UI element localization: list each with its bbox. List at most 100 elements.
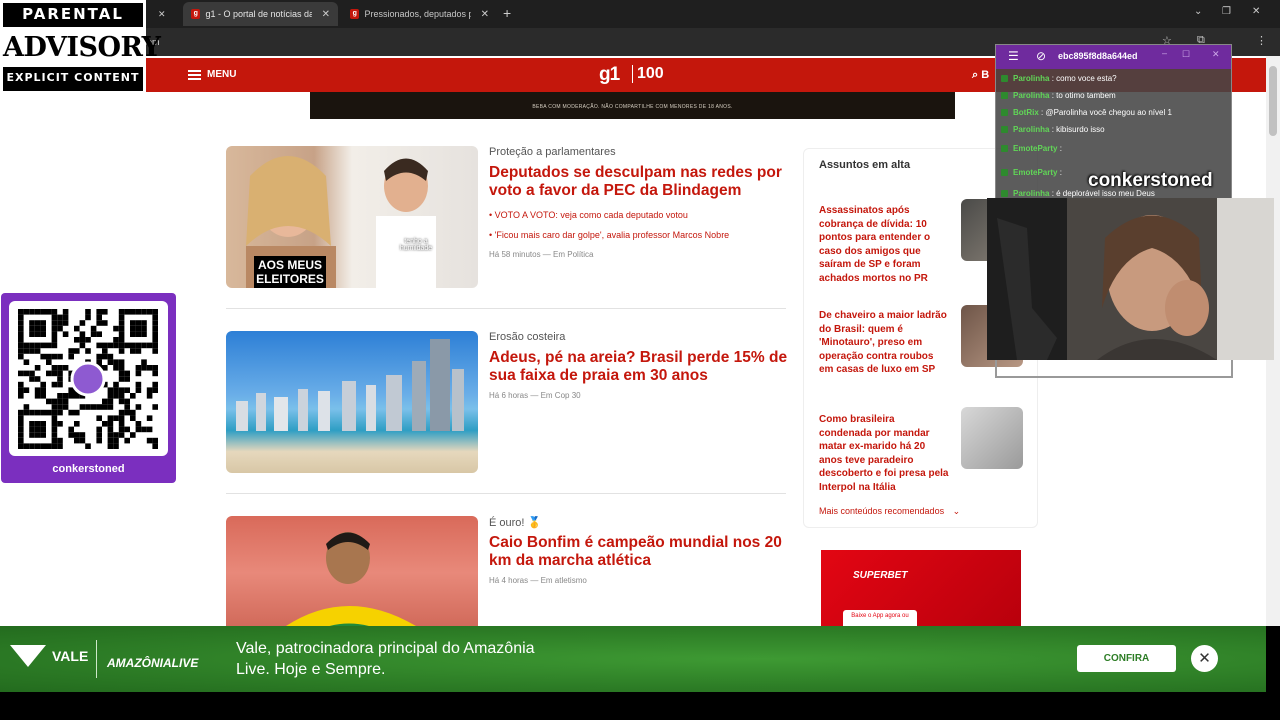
trending-title: Assuntos em alta [819,159,911,171]
letterbox-bottom [0,692,1280,720]
news-meta: Há 4 horas — Em atletismo [489,576,587,585]
mouse-cursor-icon [724,311,729,321]
trending-thumbnail[interactable] [961,407,1023,469]
superbet-cta: Baixe o App agora ou [843,610,917,626]
qr-code [9,301,168,456]
chat-title: ebc895f8d8a644ed [1058,51,1138,61]
feed-item[interactable]: Erosão costeira Adeus, pé na areia? Bras… [226,331,789,476]
athlete-art [286,532,416,626]
tab-g1[interactable]: g g1 - O portal de notícias da Glo ✕ [183,2,338,26]
close-icon[interactable]: ✕ [481,9,489,20]
chevron-down-icon: ⌄ [952,506,961,516]
chat-text: : [1059,144,1062,153]
trending-item[interactable]: Como brasileira condenada por mandar mat… [819,413,949,494]
advisory-mid: ADVISORY [3,27,161,67]
thumbnail-caption: AOS MEUS ELEITORES [254,256,326,288]
news-headline[interactable]: Adeus, pé na areia? Brasil perde 15% de … [489,349,789,385]
news-thumbnail[interactable] [226,331,478,473]
chat-message: BotRix : @Parolinha você chegou ao nível… [999,105,1229,120]
search-icon: ⌕ [972,69,982,81]
qr-label: conkerstoned [52,463,125,475]
thumbnail-caption-small: tenho a humildade [399,238,433,252]
vale-mark-icon [10,645,46,667]
search-button[interactable]: ⌕ B [972,69,989,82]
parental-advisory-logo: PARENTAL ADVISORY EXPLICIT CONTENT [0,0,161,94]
chat-badge-icon [1001,75,1008,82]
chat-text: : @Parolinha você chegou ao nível 1 [1041,108,1172,117]
chat-message: Parolinha : como voce esta? [999,71,1229,86]
related-link[interactable]: 'Ficou mais caro dar golpe', avalia prof… [489,230,730,240]
close-icon[interactable]: ✕ [322,9,330,20]
chat-badge-icon [1001,109,1008,116]
more-content-link[interactable]: Mais conteúdos recomendados ⌄ [819,506,960,517]
menu-button[interactable]: MENU [188,69,236,80]
ad-strip[interactable]: BEBA COM MODERAÇÃO. NÃO COMPARTILHE COM … [310,92,955,119]
trending-item[interactable]: De chaveiro a maior ladrão do Brasil: qu… [819,309,949,377]
qr-code-card: conkerstoned [1,293,176,483]
chat-username: Parolinha [1013,125,1050,134]
chat-username: Parolinha [1013,91,1050,100]
chat-badge-icon [1001,190,1008,197]
kebab-menu-icon[interactable]: ⋮ [1256,34,1267,47]
news-kicker: É ouro! 🥇 [489,517,542,529]
menu-icon[interactable]: ☰ [1008,49,1019,63]
g1-favicon-icon: g [191,9,201,19]
new-tab-icon[interactable]: + [503,5,511,21]
chevron-down-icon[interactable]: ⌄ [1194,6,1202,17]
tab-close-icon[interactable]: ✕ [150,2,174,26]
chat-header: ☰ ⊘ ebc895f8d8a644ed – ☐ ✕ [996,45,1231,69]
chat-username: Parolinha [1013,74,1050,83]
minimize-icon[interactable]: – [1162,48,1167,58]
no-icon: ⊘ [1036,49,1047,63]
chat-username: Parolinha [1013,189,1050,198]
g1-logo[interactable]: g1 [599,64,620,86]
restore-icon[interactable]: ❐ [1222,6,1231,17]
search-label: B [981,69,990,81]
amazonia-live-logo: AMAZÔNIALIVE [107,656,199,670]
webcam-frame [995,360,1233,378]
advisory-bottom: EXPLICIT CONTENT [6,71,140,84]
scrollbar-thumb[interactable] [1269,66,1277,136]
logo-100-badge: 100 [632,65,664,83]
news-meta: Há 58 minutos — Em Política [489,250,594,259]
close-window-icon[interactable]: ✕ [1252,6,1260,17]
divider [226,493,786,494]
trending-item[interactable]: Assassinatos após cobrança de dívida: 10… [819,204,949,285]
screen: ✕ g g1 - O portal de notícias da Glo ✕ g… [0,0,1280,720]
related-link[interactable]: VOTO A VOTO: veja como cada deputado vot… [489,210,688,220]
tab-label: g1 - O portal de notícias da Glo [205,9,312,19]
chat-badge-icon [1001,126,1008,133]
news-headline[interactable]: Deputados se desculpam nas redes por vot… [489,164,789,200]
tab-pressionados[interactable]: g Pressionados, deputados pede ✕ [342,2,497,26]
chat-badge-icon [1001,145,1008,152]
chat-badge-icon [1001,169,1008,176]
url-field[interactable]: .com [140,33,1140,51]
close-banner-button[interactable]: ✕ [1191,645,1218,672]
feed-item[interactable]: É ouro! 🥇 Caio Bonfim é campeão mundial … [226,516,786,626]
close-icon[interactable]: ✕ [1212,49,1220,60]
skyline-art [236,339,464,431]
divider [226,308,786,309]
chat-message: EmoteParty : [999,141,1229,156]
chat-text: : to otimo tambem [1051,91,1116,100]
news-thumbnail[interactable]: AOS MEUS ELEITORES tenho a humildade [226,146,478,288]
feed-item[interactable]: AOS MEUS ELEITORES tenho a humildade Pro… [226,146,786,291]
chat-message: Parolinha : to otimo tambem [999,88,1229,103]
superbet-ad[interactable]: SUPERBET Baixe o App agora ou [821,550,1021,626]
chat-text: : [1059,168,1062,177]
browser-tab-bar: ✕ g g1 - O portal de notícias da Glo ✕ g… [0,0,1280,28]
news-headline[interactable]: Caio Bonfim é campeão mundial nos 20 km … [489,534,789,570]
news-kicker: Erosão costeira [489,331,566,343]
chat-text: : kibisurdo isso [1051,125,1105,134]
news-meta: Há 6 horas — Em Cop 30 [489,391,581,400]
maximize-icon[interactable]: ☐ [1182,49,1190,60]
chat-text: : como voce esta? [1051,74,1117,83]
banner-text: Vale, patrocinadora principal do Amazôni… [236,640,535,678]
chat-message: Parolinha : kibisurdo isso [999,122,1229,137]
news-thumbnail[interactable] [226,516,478,626]
hamburger-icon [188,69,201,80]
sponsor-banner[interactable]: VALE AMAZÔNIALIVE Vale, patrocinadora pr… [0,626,1266,692]
menu-label: MENU [207,69,237,80]
confira-button[interactable]: CONFIRA [1077,645,1176,672]
close-icon: ✕ [1198,650,1211,667]
